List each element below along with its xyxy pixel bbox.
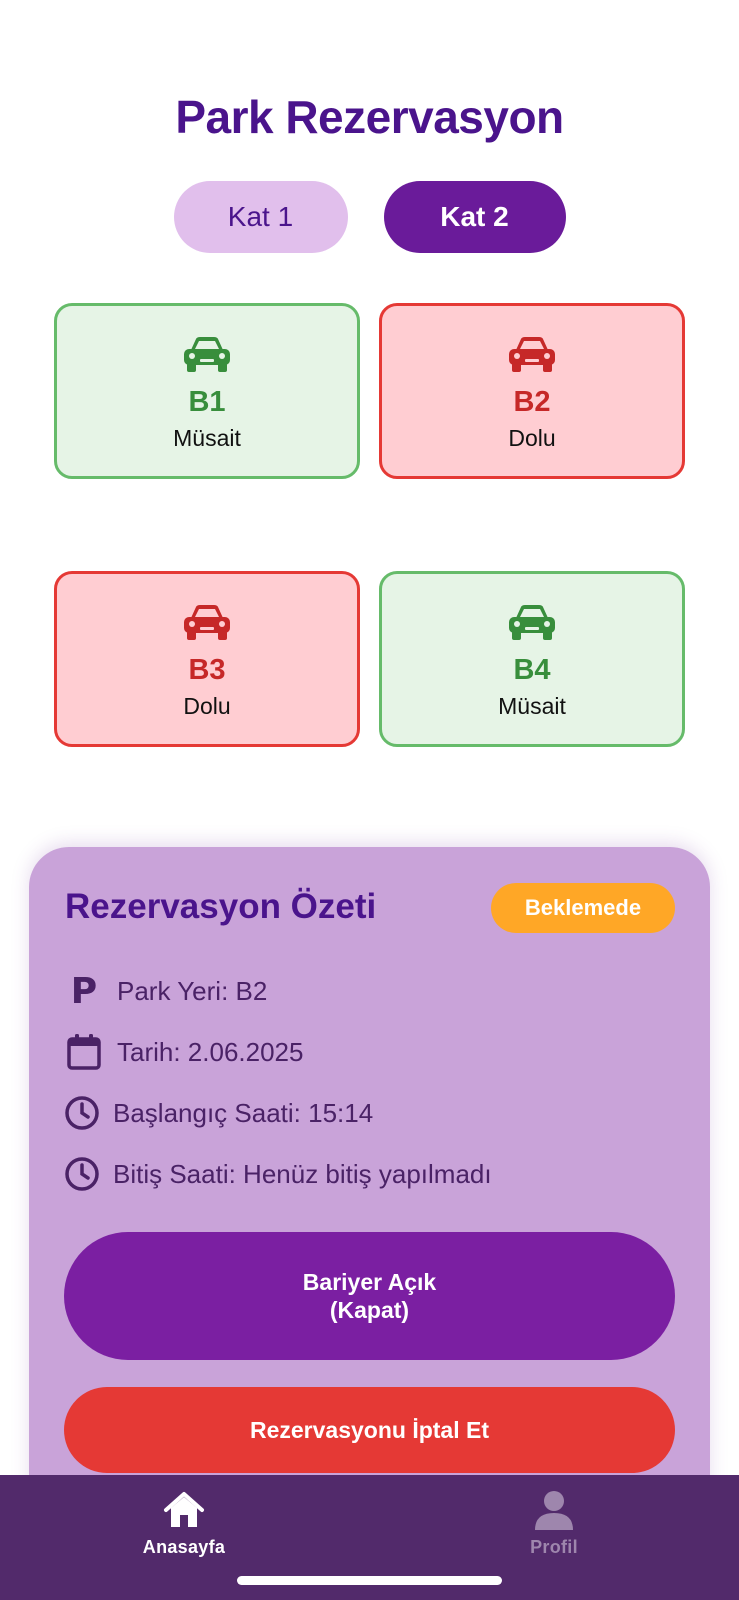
nav-label-home: Anasayfa — [142, 1537, 226, 1557]
barrier-label: Bariyer Açık — [302, 1269, 437, 1295]
parking-slot-b2[interactable]: B2 Dolu — [379, 303, 685, 479]
home-icon — [164, 1492, 204, 1527]
info-baslangic: Başlangıç Saati: 15:14 — [63, 1094, 373, 1132]
info-tarih: Tarih: 2.06.2025 — [65, 1033, 303, 1071]
slot-id: B2 — [513, 386, 551, 418]
info-bitis: Bitiş Saati: Henüz bitiş yapılmadı — [63, 1155, 492, 1193]
status-badge: Beklemede — [491, 883, 675, 933]
car-icon — [184, 337, 230, 372]
slot-status: Müsait — [498, 693, 566, 719]
floor-tab-kat-2[interactable]: Kat 2 — [383, 181, 566, 253]
baslangic-text: Başlangıç Saati: 15:14 — [113, 1097, 374, 1128]
slot-id: B3 — [188, 654, 226, 686]
barrier-toggle-button[interactable]: Bariyer Açık (Kapat) — [64, 1232, 675, 1360]
slot-status: Dolu — [508, 425, 556, 451]
floor-tab-kat-1[interactable]: Kat 1 — [173, 181, 348, 253]
park-yeri-text: Park Yeri: B2 — [117, 975, 268, 1006]
barrier-action-label: (Kapat) — [329, 1297, 410, 1323]
nav-label-profile: Profil — [530, 1537, 578, 1557]
summary-title: Rezervasyon Özeti — [65, 887, 377, 926]
parking-slot-b3[interactable]: B3 Dolu — [54, 571, 360, 747]
parking-slot-b4[interactable]: B4 Müsait — [379, 571, 685, 747]
parking-icon: P — [70, 970, 98, 1012]
bitis-text: Bitiş Saati: Henüz bitiş yapılmadı — [113, 1158, 492, 1189]
page-title: Park Rezervasyon — [175, 91, 564, 143]
info-park-yeri: P Park Yeri: B2 — [65, 970, 268, 1012]
car-icon — [509, 337, 555, 372]
nav-item-profile[interactable]: Profil — [474, 1489, 634, 1558]
slot-status: Müsait — [173, 425, 241, 451]
car-icon — [509, 605, 555, 640]
nav-item-home[interactable]: Anasayfa — [104, 1489, 264, 1558]
cancel-reservation-button[interactable]: Rezervasyonu İptal Et — [64, 1387, 675, 1473]
clock-icon — [63, 1155, 101, 1193]
home-indicator — [237, 1576, 502, 1585]
calendar-icon — [65, 1033, 103, 1071]
clock-icon — [63, 1094, 101, 1132]
person-icon — [535, 1491, 573, 1530]
floor-tabs: Kat 1 Kat 2 — [0, 181, 739, 253]
car-icon — [184, 605, 230, 640]
slot-id: B4 — [513, 654, 551, 686]
parking-slot-b1[interactable]: B1 Müsait — [54, 303, 360, 479]
tarih-text: Tarih: 2.06.2025 — [117, 1036, 304, 1067]
slot-status: Dolu — [183, 693, 231, 719]
slot-id: B1 — [188, 386, 226, 418]
